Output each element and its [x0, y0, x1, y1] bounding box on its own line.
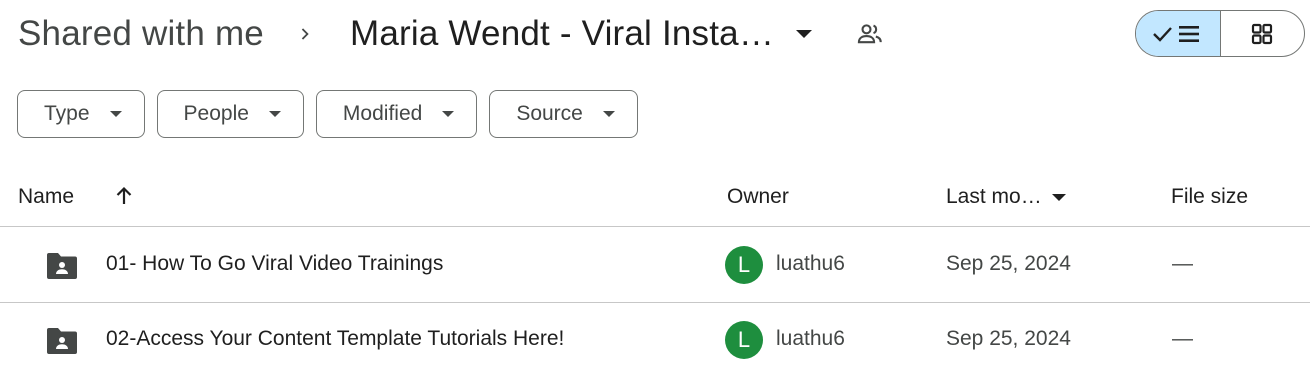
file-name[interactable]: 01- How To Go Viral Video Trainings: [106, 252, 443, 276]
column-header-last-modified[interactable]: Last mo…: [946, 182, 1066, 212]
table-row[interactable]: 01- How To Go Viral Video Trainings L lu…: [0, 228, 1310, 303]
column-header-file-size[interactable]: File size: [1171, 182, 1248, 212]
list-view-checked-icon: [1152, 25, 1199, 42]
chevron-right-icon: [296, 25, 314, 43]
grid-view-button[interactable]: [1221, 11, 1305, 56]
filter-modified-chip[interactable]: Modified: [315, 90, 478, 138]
column-header-last-modified-label: Last mo…: [946, 185, 1042, 208]
breadcrumb-current-label: Maria Wendt - Viral Insta…: [349, 14, 775, 53]
column-header-owner[interactable]: Owner: [727, 182, 789, 212]
view-toggle: [1135, 10, 1305, 57]
table-header: Name Owner Last mo… File size: [0, 172, 1310, 227]
filter-modified-label: Modified: [342, 102, 423, 125]
table-row[interactable]: 02-Access Your Content Template Tutorial…: [0, 303, 1310, 377]
shared-folder-icon: [46, 252, 78, 280]
file-size: —: [1172, 252, 1193, 275]
list-view-button[interactable]: [1136, 11, 1221, 56]
filter-source-chip[interactable]: Source: [489, 90, 638, 138]
shared-folder-people-icon[interactable]: [856, 20, 884, 48]
avatar: L: [725, 321, 763, 359]
dropdown-arrow-icon: [1051, 193, 1066, 201]
column-header-name[interactable]: Name: [18, 182, 74, 212]
dropdown-arrow-icon: [796, 30, 813, 38]
filter-source-label: Source: [516, 102, 583, 125]
filter-people-chip[interactable]: People: [156, 90, 304, 138]
sort-ascending-arrow-icon[interactable]: [112, 184, 136, 208]
dropdown-arrow-icon: [268, 111, 281, 117]
dropdown-arrow-icon: [109, 111, 122, 117]
modified-date: Sep 25, 2024: [946, 327, 1071, 350]
dropdown-arrow-icon: [602, 111, 615, 117]
shared-folder-icon: [46, 327, 78, 355]
avatar: L: [725, 246, 763, 284]
file-name[interactable]: 02-Access Your Content Template Tutorial…: [106, 327, 564, 351]
breadcrumb: Shared with me Maria Wendt - Viral Insta…: [18, 10, 884, 58]
filter-bar: Type People Modified Source: [17, 90, 638, 138]
filter-type-label: Type: [44, 102, 90, 125]
filter-type-chip[interactable]: Type: [17, 90, 145, 138]
modified-date: Sep 25, 2024: [946, 252, 1071, 275]
dropdown-arrow-icon: [442, 111, 455, 117]
file-size: —: [1172, 327, 1193, 350]
owner-name: luathu6: [776, 252, 845, 275]
breadcrumb-root[interactable]: Shared with me: [18, 14, 264, 54]
filter-people-label: People: [183, 102, 249, 125]
breadcrumb-current-folder[interactable]: Maria Wendt - Viral Insta…: [350, 10, 818, 58]
grid-view-icon: [1252, 23, 1273, 44]
owner-name: luathu6: [776, 327, 845, 350]
